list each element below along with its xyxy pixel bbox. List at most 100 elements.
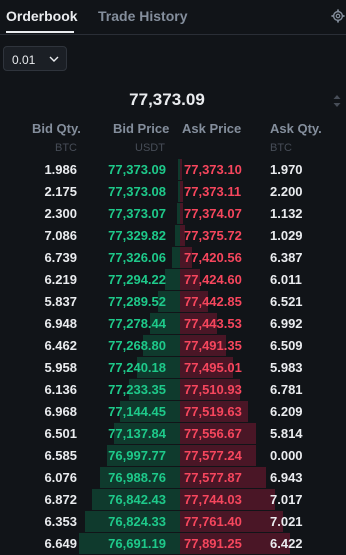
bid-qty: 6.739 — [44, 250, 77, 265]
orderbook-row[interactable]: 7.086 77,329.82 77,375.72 1.029 — [0, 225, 346, 247]
ask-price: 77,510.93 — [184, 382, 242, 397]
ask-price: 77,443.53 — [184, 316, 242, 331]
bid-qty: 6.462 — [44, 338, 77, 353]
ask-price: 77,491.35 — [184, 338, 242, 353]
ask-depth-bar — [180, 181, 183, 202]
orderbook-row[interactable]: 6.462 77,268.80 77,491.35 6.509 — [0, 335, 346, 357]
bid-qty: 6.353 — [44, 514, 77, 529]
ask-qty: 6.509 — [270, 338, 303, 353]
bid-price: 76,988.76 — [108, 470, 166, 485]
ask-qty: 1.970 — [270, 162, 303, 177]
ask-price: 77,577.87 — [184, 470, 242, 485]
bid-qty: 1.986 — [44, 162, 77, 177]
bid-qty: 6.968 — [44, 404, 77, 419]
orderbook-row[interactable]: 6.948 77,278.44 77,443.53 6.992 — [0, 313, 346, 335]
ask-qty: 1.029 — [270, 228, 303, 243]
unit-bid-price: USDT — [135, 142, 165, 154]
ask-price: 77,577.24 — [184, 448, 242, 463]
ask-price: 77,495.01 — [184, 360, 242, 375]
orderbook-rows: 1.986 77,373.09 77,373.10 1.970 2.175 77,373.… — [0, 159, 346, 555]
tab-bar: Orderbook Trade History — [0, 0, 346, 35]
orderbook-row[interactable]: 1.986 77,373.09 77,373.10 1.970 — [0, 159, 346, 181]
orderbook-row[interactable]: 5.958 77,240.18 77,495.01 5.983 — [0, 357, 346, 379]
precision-select[interactable]: 0.01 — [3, 46, 67, 71]
bid-qty: 5.958 — [44, 360, 77, 375]
bid-qty: 6.136 — [44, 382, 77, 397]
bid-price: 77,233.35 — [108, 382, 166, 397]
ask-qty: 2.200 — [270, 184, 303, 199]
orderbook-row[interactable]: 6.649 76,691.19 77,891.25 6.422 — [0, 533, 346, 555]
sort-icon[interactable] — [332, 94, 342, 108]
bid-depth-bar — [165, 269, 180, 290]
orderbook-row[interactable]: 6.585 76,997.77 77,577.24 0.000 — [0, 445, 346, 467]
bid-qty: 6.948 — [44, 316, 77, 331]
bid-price: 77,373.07 — [108, 206, 166, 221]
bid-qty: 6.585 — [44, 448, 77, 463]
active-tab-indicator — [6, 31, 74, 33]
bid-price: 76,691.19 — [108, 536, 166, 551]
bid-qty: 6.649 — [44, 536, 77, 551]
bid-qty: 2.300 — [44, 206, 77, 221]
bid-price: 77,326.06 — [108, 250, 166, 265]
orderbook-row[interactable]: 6.076 76,988.76 77,577.87 6.943 — [0, 467, 346, 489]
unit-ask-qty: BTC — [270, 142, 292, 154]
bid-price: 77,373.08 — [108, 184, 166, 199]
tab-orderbook[interactable]: Orderbook — [6, 8, 78, 24]
precision-value: 0.01 — [12, 53, 36, 67]
bid-qty: 7.086 — [44, 228, 77, 243]
bid-qty: 6.501 — [44, 426, 77, 441]
ask-qty: 5.983 — [270, 360, 303, 375]
bid-price: 77,144.45 — [108, 404, 166, 419]
bid-price: 77,289.52 — [108, 294, 166, 309]
bid-price: 76,997.77 — [108, 448, 166, 463]
orderbook-row[interactable]: 2.300 77,373.07 77,374.07 1.132 — [0, 203, 346, 225]
ask-qty: 7.021 — [270, 514, 303, 529]
ask-qty: 1.132 — [270, 206, 303, 221]
tab-trade-history[interactable]: Trade History — [98, 8, 187, 24]
orderbook-row[interactable]: 6.739 77,326.06 77,420.56 6.387 — [0, 247, 346, 269]
ask-price: 77,891.25 — [184, 536, 242, 551]
bid-price: 77,329.82 — [108, 228, 166, 243]
orderbook-row[interactable]: 6.219 77,294.22 77,424.60 6.011 — [0, 269, 346, 291]
ask-price: 77,519.63 — [184, 404, 242, 419]
unit-bid-qty: BTC — [55, 142, 77, 154]
bid-price: 77,373.09 — [108, 162, 166, 177]
bid-qty: 2.175 — [44, 184, 77, 199]
ask-qty: 6.209 — [270, 404, 303, 419]
last-price: 77,373.09 — [129, 90, 205, 109]
orderbook-row[interactable]: 6.136 77,233.35 77,510.93 6.781 — [0, 379, 346, 401]
header-ask-qty: Ask Qty. — [270, 121, 322, 136]
orderbook-row[interactable]: 6.968 77,144.45 77,519.63 6.209 — [0, 401, 346, 423]
ask-qty: 6.387 — [270, 250, 303, 265]
bid-price: 76,842.43 — [108, 492, 166, 507]
orderbook-row[interactable]: 2.175 77,373.08 77,373.11 2.200 — [0, 181, 346, 203]
ask-price: 77,761.40 — [184, 514, 242, 529]
bid-qty: 6.219 — [44, 272, 77, 287]
header-bid-price: Bid Price — [113, 121, 170, 136]
bid-price: 77,294.22 — [108, 272, 166, 287]
orderbook-row[interactable]: 6.872 76,842.43 77,744.03 7.017 — [0, 489, 346, 511]
ask-qty: 6.992 — [270, 316, 303, 331]
ask-price: 77,556.67 — [184, 426, 242, 441]
ask-depth-bar — [180, 203, 183, 224]
bid-qty: 6.872 — [44, 492, 77, 507]
ask-qty: 6.521 — [270, 294, 303, 309]
bid-price: 77,137.84 — [108, 426, 166, 441]
orderbook-row[interactable]: 6.353 76,824.33 77,761.40 7.021 — [0, 511, 346, 533]
bid-depth-bar — [172, 247, 180, 268]
orderbook-row[interactable]: 6.501 77,137.84 77,556.67 5.814 — [0, 423, 346, 445]
ask-price: 77,424.60 — [184, 272, 242, 287]
orderbook-row[interactable]: 5.837 77,289.52 77,442.85 6.521 — [0, 291, 346, 313]
header-ask-price: Ask Price — [182, 121, 242, 136]
ask-price: 77,744.03 — [184, 492, 242, 507]
bid-price: 77,268.80 — [108, 338, 166, 353]
ask-qty: 6.943 — [270, 470, 303, 485]
bid-price: 77,278.44 — [108, 316, 166, 331]
ask-qty: 7.017 — [270, 492, 303, 507]
ask-qty: 6.781 — [270, 382, 303, 397]
gear-icon[interactable] — [331, 9, 345, 23]
ask-price: 77,375.72 — [184, 228, 242, 243]
ask-qty: 0.000 — [270, 448, 303, 463]
bid-price: 77,240.18 — [108, 360, 166, 375]
ask-price: 77,373.11 — [184, 184, 242, 199]
